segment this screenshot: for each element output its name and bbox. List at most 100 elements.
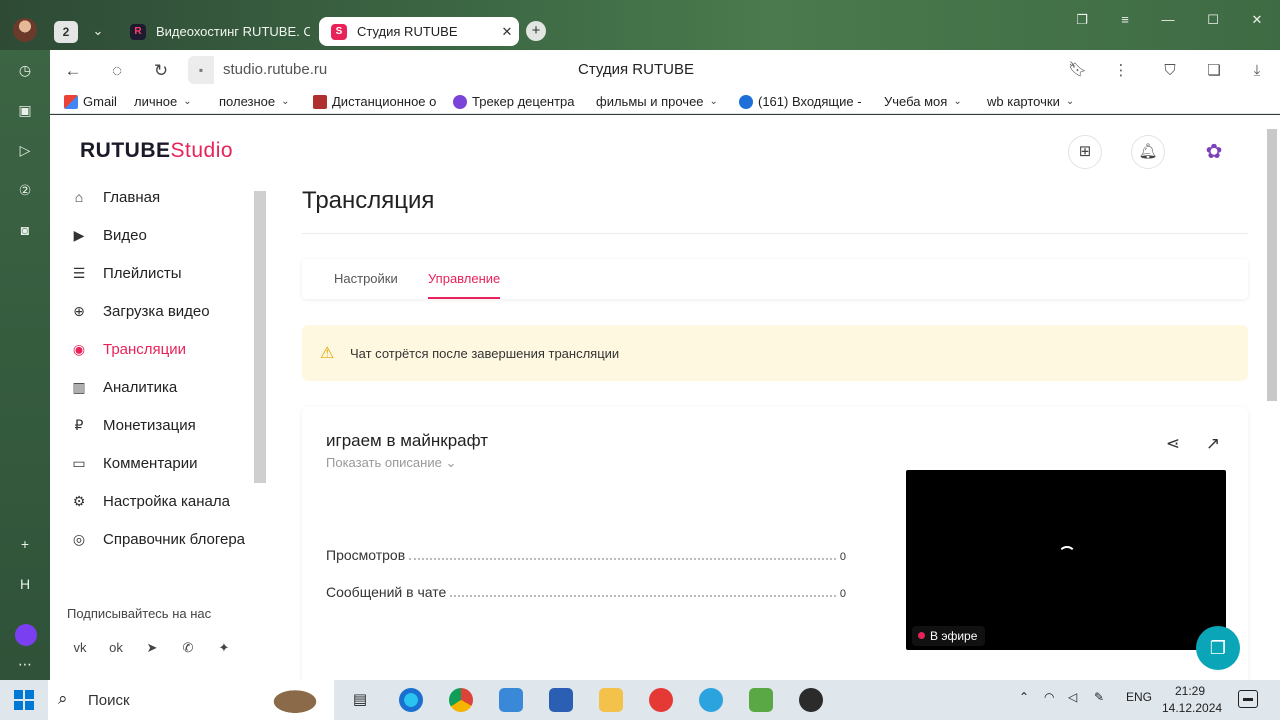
tab-management[interactable]: Управление xyxy=(428,271,500,286)
shield-icon[interactable]: ⛉ xyxy=(1159,60,1181,82)
url-field[interactable]: ▪ studio.rutube.ru Студия RUTUBE 🔖︎ xyxy=(188,56,1148,84)
upload-icon: ⊕ xyxy=(73,303,85,319)
chrome-icon[interactable] xyxy=(449,688,473,712)
sidebar-item-upload[interactable]: ⊕ Загрузка видео xyxy=(68,296,268,326)
reload-icon[interactable]: ↻ xyxy=(150,60,172,82)
open-external-icon[interactable]: ↗ xyxy=(1202,433,1224,455)
h-app-icon[interactable]: H xyxy=(15,574,35,594)
bookmark-label: Дистанционное о xyxy=(332,94,437,109)
sidebar-item-home[interactable]: ⌂ Главная xyxy=(68,182,268,212)
edge-icon[interactable] xyxy=(399,688,423,712)
clock-time[interactable]: 21:29 xyxy=(1175,684,1205,698)
bookmark-tracker[interactable]: Трекер децентра xyxy=(453,94,575,109)
sidebar-item-label: Видео xyxy=(103,226,147,244)
sidebar-item-broadcasts[interactable]: ◉ Трансляции xyxy=(68,334,268,364)
bookmark-label: Учеба моя xyxy=(884,94,948,109)
sidebar-item-playlists[interactable]: ☰ Плейлисты xyxy=(68,258,268,288)
new-tab-plus-icon[interactable]: + xyxy=(526,21,546,41)
download-icon[interactable]: ⤓ xyxy=(1246,60,1268,82)
file-explorer-icon[interactable] xyxy=(599,688,623,712)
yandex-browser-icon[interactable] xyxy=(649,688,673,712)
share-icon[interactable]: ⋖ xyxy=(1162,433,1184,455)
url-text[interactable]: studio.rutube.ru xyxy=(223,61,327,78)
history-icon[interactable]: ◷ xyxy=(15,60,35,80)
page-scrollbar[interactable] xyxy=(1266,129,1278,679)
video-player[interactable]: В эфире xyxy=(906,470,1226,650)
windows-start-icon[interactable] xyxy=(14,690,34,710)
vk-icon[interactable]: vk xyxy=(69,637,91,659)
wifi-icon[interactable]: ◠ xyxy=(1044,690,1054,704)
clock-date[interactable]: 14.12.2024 xyxy=(1162,701,1222,715)
chevron-up-icon[interactable]: ⌃ xyxy=(1019,690,1029,704)
collections-icon[interactable]: ▣ xyxy=(15,100,35,120)
sidebar: ⌂ Главная ▶ Видео ☰ Плейлисты ⊕ Загрузка… xyxy=(50,179,268,679)
minecraft-icon[interactable] xyxy=(749,688,773,712)
zen-icon[interactable]: ✦ xyxy=(213,637,235,659)
assistant-icon[interactable] xyxy=(15,624,37,646)
close-icon[interactable]: ✕ xyxy=(495,24,519,40)
stat-views: Просмотров 0 xyxy=(326,547,846,563)
sidebar-item-guide[interactable]: ◎ Справочник блогера xyxy=(68,524,268,554)
telegram-icon[interactable]: ➤ xyxy=(141,637,163,659)
taskbar-search[interactable]: ⌕ Поиск xyxy=(48,680,334,720)
add-icon[interactable]: + xyxy=(15,534,35,554)
taskbar-search-label: Поиск xyxy=(88,692,130,709)
badge-icon[interactable]: ② xyxy=(15,180,35,200)
camera-icon[interactable]: ◙ xyxy=(15,220,35,240)
tab-group-count[interactable]: 2 xyxy=(54,21,78,43)
gmail-icon xyxy=(64,94,78,109)
bookmark-folder-wb[interactable]: wb карточки ⌄ xyxy=(987,94,1074,109)
sidebar-scrollbar[interactable] xyxy=(254,191,266,661)
tab-settings[interactable]: Настройки xyxy=(334,271,398,286)
play-circle-icon[interactable]: ▷ xyxy=(15,140,35,160)
bookmark-distance[interactable]: Дистанционное о xyxy=(313,94,436,109)
more-icon[interactable]: ⋯ xyxy=(15,654,35,674)
viber-icon[interactable]: ✆ xyxy=(177,637,199,659)
stat-value: 0 xyxy=(839,551,846,563)
chevron-down-icon: ⌄ xyxy=(183,96,192,107)
show-description-toggle[interactable]: Показать описание ⌄ xyxy=(326,455,456,471)
notification-icon[interactable]: ▬ xyxy=(1238,690,1258,708)
pen-icon[interactable]: ✎ xyxy=(1094,690,1104,704)
bookmark-label: wb карточки xyxy=(987,94,1060,109)
telegram-app-icon[interactable] xyxy=(699,688,723,712)
back-arrow-icon[interactable]: ← xyxy=(62,60,84,82)
bookmark-gmail[interactable]: Gmail xyxy=(64,94,117,109)
chevron-down-icon[interactable]: ⌄ xyxy=(88,20,108,42)
browser-tab-rutube[interactable]: R Видеохостинг RUTUBE. С xyxy=(120,17,310,46)
collections-toolbar-icon[interactable]: ❏ xyxy=(1203,60,1225,82)
sidebar-item-comments[interactable]: ▭ Комментарии xyxy=(68,448,268,478)
volume-icon[interactable]: ◁ xyxy=(1068,690,1077,704)
bookmark-folder-personal[interactable]: личное ⌄ xyxy=(134,94,192,109)
ok-icon[interactable]: ok xyxy=(105,637,127,659)
sidebar-item-video[interactable]: ▶ Видео xyxy=(68,220,268,250)
obs-icon[interactable] xyxy=(799,688,823,712)
extensions-icon[interactable]: ❐ xyxy=(1071,10,1093,30)
bookmark-inbox[interactable]: (161) Входящие - xyxy=(739,94,862,109)
bookmark-folder-study[interactable]: Учеба моя ⌄ xyxy=(884,94,962,109)
window-close-icon[interactable]: ✕ xyxy=(1246,10,1268,30)
sidebar-item-monetization[interactable]: ₽ Монетизация xyxy=(68,410,268,440)
bookmark-folder-useful[interactable]: полезное ⌄ xyxy=(219,94,290,109)
profile-avatar[interactable] xyxy=(13,18,37,42)
menu-lines-icon[interactable]: ≡ xyxy=(1114,10,1136,30)
calculator-icon[interactable] xyxy=(499,688,523,712)
task-view-icon[interactable]: ▤ xyxy=(348,688,372,712)
sidebar-scroll-thumb[interactable] xyxy=(254,191,266,483)
maximize-icon[interactable]: ☐ xyxy=(1202,10,1224,30)
language-indicator[interactable]: ENG xyxy=(1126,690,1152,704)
sidebar-item-channel-settings[interactable]: ⚙ Настройка канала xyxy=(68,486,268,516)
sidebar-item-analytics[interactable]: ▥ Аналитика xyxy=(68,372,268,402)
more-vert-icon[interactable]: ⋮ xyxy=(1110,60,1132,82)
rutube-studio-logo[interactable]: RUTUBEStudio xyxy=(80,139,233,163)
stat-label: Сообщений в чате xyxy=(326,584,447,600)
bookmark-icon[interactable]: 🔖︎ xyxy=(1068,60,1087,78)
forward-icon[interactable]: ◌ xyxy=(106,60,128,82)
page-scroll-thumb[interactable] xyxy=(1267,129,1277,401)
lock-icon[interactable]: ▪ xyxy=(188,56,214,84)
browser-tab-studio[interactable]: S Студия RUTUBE ✕ xyxy=(319,17,519,46)
bookmark-folder-films[interactable]: фильмы и прочее ⌄ xyxy=(596,94,718,109)
support-chat-icon[interactable]: ❐ xyxy=(1196,626,1240,670)
minimize-icon[interactable]: — xyxy=(1157,10,1179,30)
word-icon[interactable] xyxy=(549,688,573,712)
